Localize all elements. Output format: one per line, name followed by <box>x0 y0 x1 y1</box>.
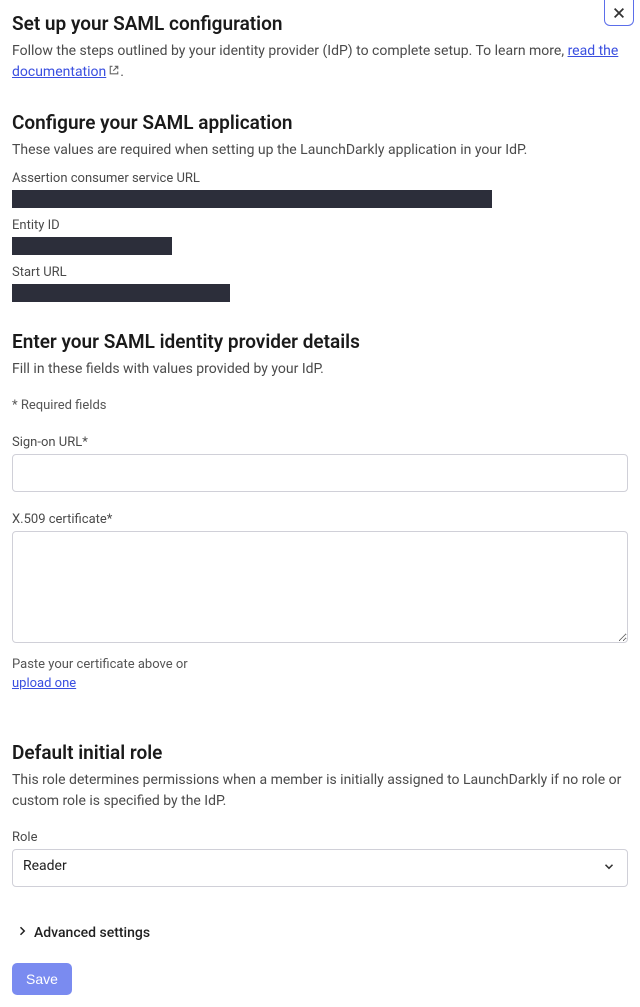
close-button[interactable] <box>604 0 634 26</box>
required-fields-note: * Required fields <box>12 398 628 413</box>
role-description: This role determines permissions when a … <box>12 770 628 812</box>
idp-title: Enter your SAML identity provider detail… <box>12 330 628 353</box>
save-button[interactable]: Save <box>12 963 72 995</box>
entity-id-value[interactable] <box>12 237 172 255</box>
cert-helper-text: Paste your certificate above or <box>12 657 628 672</box>
configure-description: These values are required when setting u… <box>12 140 628 161</box>
role-select[interactable]: Reader <box>12 849 628 887</box>
idp-description: Fill in these fields with values provide… <box>12 359 628 380</box>
entity-id-label: Entity ID <box>12 218 628 233</box>
desc-text: Follow the steps outlined by your identi… <box>12 43 568 59</box>
role-select-wrap: Reader <box>12 849 628 887</box>
role-section: Default initial role This role determine… <box>12 741 628 887</box>
signon-url-input[interactable] <box>12 454 628 492</box>
acs-url-label: Assertion consumer service URL <box>12 171 628 186</box>
upload-cert-link[interactable]: upload one <box>12 676 76 691</box>
close-icon <box>612 6 626 20</box>
configure-title: Configure your SAML application <box>12 111 628 134</box>
desc-suffix: . <box>120 64 124 80</box>
configure-section: Configure your SAML application These va… <box>12 111 628 302</box>
start-url-label: Start URL <box>12 265 628 280</box>
advanced-settings-label: Advanced settings <box>34 925 150 941</box>
chevron-right-icon <box>16 925 28 941</box>
page-title: Set up your SAML configuration <box>12 12 628 35</box>
cert-label: X.509 certificate* <box>12 512 628 527</box>
external-link-icon <box>108 62 120 83</box>
acs-url-value[interactable] <box>12 190 492 208</box>
idp-section: Enter your SAML identity provider detail… <box>12 330 628 691</box>
advanced-settings-toggle[interactable]: Advanced settings <box>12 925 628 941</box>
page-description: Follow the steps outlined by your identi… <box>12 41 628 83</box>
role-label: Role <box>12 830 628 845</box>
cert-textarea[interactable] <box>12 531 628 643</box>
start-url-value[interactable] <box>12 284 230 302</box>
signon-url-label: Sign-on URL* <box>12 435 628 450</box>
role-title: Default initial role <box>12 741 628 764</box>
